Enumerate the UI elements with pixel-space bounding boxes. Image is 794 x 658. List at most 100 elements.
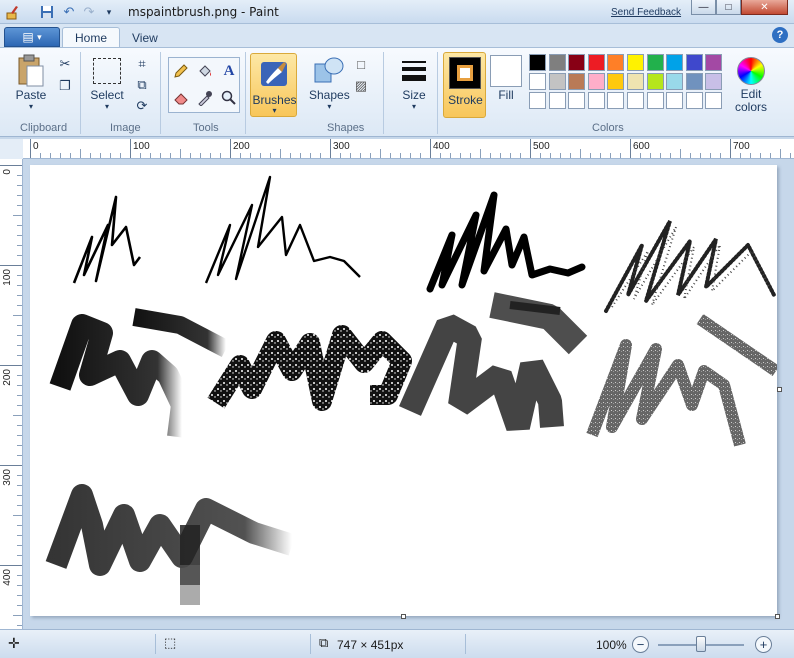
copy-icon[interactable]: ❐ [56,77,74,95]
ruler-minor-tick [80,149,81,158]
brushes-button[interactable]: Brushes ▾ [250,53,297,117]
zoom-level: 100% [596,638,627,652]
rotate-icon[interactable]: ⟳ [133,97,151,115]
crayon-stroke [207,325,412,411]
color-swatch[interactable] [607,92,625,109]
color-swatch[interactable] [685,54,703,71]
magnifier-icon[interactable] [220,89,238,107]
size-button[interactable]: Size ▾ [397,54,431,111]
zoom-slider-thumb[interactable] [696,636,706,652]
color-swatch[interactable] [627,92,644,109]
tab-view[interactable]: View [120,27,170,48]
drawing-canvas[interactable] [30,165,780,616]
stroke-color-button[interactable]: Stroke [443,52,486,118]
color-swatch[interactable] [646,54,664,71]
edit-colors-button[interactable]: Edit colors [731,54,771,114]
divider [80,52,81,134]
color-swatch[interactable] [646,73,664,90]
paste-button[interactable]: Paste ▾ [14,54,48,111]
color-swatch[interactable] [627,54,644,71]
resize-handle-corner[interactable] [775,614,780,619]
select-button[interactable]: Select ▾ [90,54,124,111]
color-swatch[interactable] [705,73,723,90]
color-swatch[interactable] [705,92,723,109]
menu-icon: ▤ [22,30,34,44]
shapes-button[interactable]: Shapes ▾ [309,54,350,111]
color-swatch[interactable] [666,73,684,90]
color-swatch[interactable] [685,73,703,90]
shapes-icon [312,54,346,88]
ruler-label: 200 [2,369,13,386]
color-swatch[interactable] [548,73,566,90]
ruler-label: 700 [733,141,750,152]
divider [383,52,384,134]
color-swatch[interactable] [587,92,605,109]
paint-menu-button[interactable]: ▤ ▾ [4,27,60,47]
undo-icon[interactable]: ↶ [60,3,78,21]
fill-color-button[interactable]: Fill [489,54,523,102]
chevron-down-icon: ▾ [411,102,416,111]
color-swatch[interactable] [666,54,684,71]
color-swatch[interactable] [607,54,625,71]
outline-icon[interactable]: □ [352,55,370,73]
help-icon[interactable]: ? [772,27,788,43]
color-swatch[interactable] [607,73,625,90]
ruler-tick [530,139,531,158]
quick-access-dropdown-icon[interactable]: ▾ [100,3,118,21]
ruler-label: 300 [2,469,13,486]
ruler-label: 100 [2,269,13,286]
cursor-position-icon: ✛ [8,635,20,651]
color-swatch[interactable] [568,73,586,90]
fill-shape-icon[interactable]: ▨ [352,77,370,95]
ruler-minor-tick [580,149,581,158]
color-swatch[interactable] [587,73,605,90]
resize-handle-right[interactable] [777,387,782,392]
resize-icon[interactable]: ⧉ [133,76,151,94]
color-swatch[interactable] [529,92,546,109]
color-swatch[interactable] [705,54,723,71]
tools-panel: A [168,57,240,113]
ruler-minor-tick [680,149,681,158]
redo-icon[interactable]: ↷ [80,3,98,21]
color-swatch[interactable] [529,73,546,90]
resize-handle-bottom[interactable] [401,614,406,619]
color-swatch[interactable] [627,73,644,90]
ruler-minor-tick [380,149,381,158]
color-swatch[interactable] [685,92,703,109]
ruler-label: 400 [2,569,13,586]
color-swatch[interactable] [548,54,566,71]
select-icon [90,54,124,88]
ruler-tick [130,139,131,158]
zoom-out-button[interactable]: − [632,636,649,653]
paint-app-icon[interactable] [4,3,22,21]
maximize-button[interactable]: □ [716,0,741,15]
eraser-icon[interactable] [172,89,190,107]
shapes-group-label: Shapes [327,122,365,134]
color-picker-icon[interactable] [196,89,214,107]
status-bar: ✛ ⬚ ⧉ 747 × 451px 100% − + [0,629,794,658]
color-wheel-icon [734,54,768,88]
image-dimensions: 747 × 451px [337,638,404,652]
text-tool-icon[interactable]: A [220,62,238,80]
color-swatch[interactable] [548,92,566,109]
paste-icon [14,54,48,88]
cut-icon[interactable]: ✂ [56,55,74,73]
color-swatch[interactable] [646,92,664,109]
color-swatch[interactable] [587,54,605,71]
color-swatch[interactable] [568,92,586,109]
send-feedback-link[interactable]: Send Feedback [611,7,681,18]
tab-home[interactable]: Home [62,27,121,48]
fill-bucket-icon[interactable] [196,62,214,80]
clipboard-group-label: Clipboard [20,122,68,134]
color-swatch[interactable] [529,54,546,71]
minimize-button[interactable]: — [691,0,716,15]
save-icon[interactable] [38,3,56,21]
zoom-in-button[interactable]: + [755,636,772,653]
close-button[interactable]: ✕ [741,0,788,15]
ruler-label: 0 [33,141,39,152]
color-swatch[interactable] [568,54,586,71]
pencil-icon[interactable] [172,62,190,80]
color-swatch[interactable] [666,92,684,109]
oil-brush-stroke-2 [45,484,296,605]
crop-icon[interactable]: ⌗ [133,55,151,73]
